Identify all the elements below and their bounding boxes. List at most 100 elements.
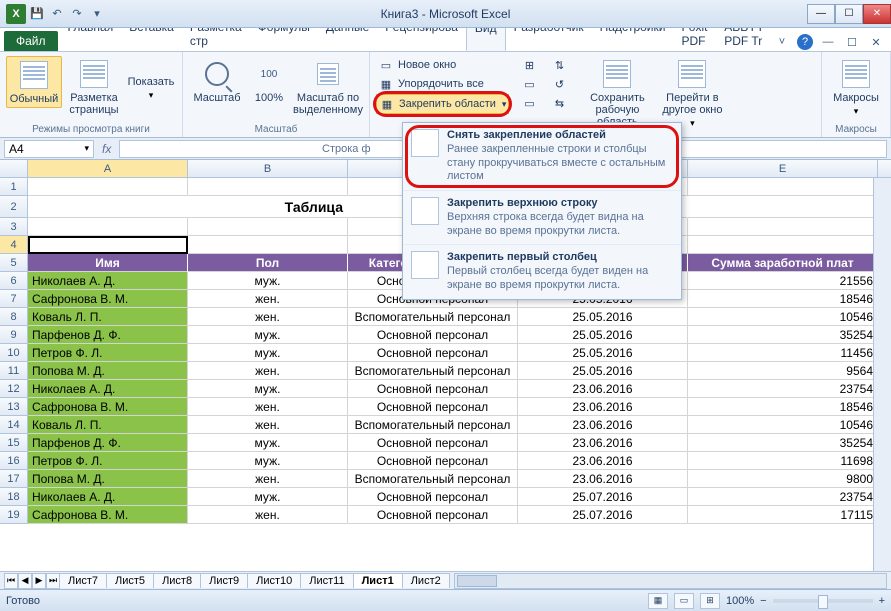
sheet-tab-лист11[interactable]: Лист11 <box>300 573 353 588</box>
cell-name[interactable]: Сафронова В. М. <box>28 506 188 524</box>
sheet-nav-prev[interactable]: ◀ <box>18 573 32 589</box>
col-header-a[interactable]: A <box>28 160 188 177</box>
qat-dropdown-icon[interactable]: ▾ <box>88 5 106 23</box>
cell-sex[interactable]: жен. <box>188 362 348 380</box>
freeze-panes-button[interactable]: ▦Закрепить области▾ <box>376 94 509 114</box>
freeze-menu-unfreeze[interactable]: Снять закрепление областейРанее закрепле… <box>403 123 681 191</box>
cell-name[interactable]: Сафронова В. М. <box>28 398 188 416</box>
cell-sum[interactable]: 10546 <box>688 416 878 434</box>
row-header[interactable]: 13 <box>0 398 28 416</box>
cell-name[interactable]: Петров Ф. Л. <box>28 344 188 362</box>
cell-name[interactable]: Парфенов Д. Ф. <box>28 326 188 344</box>
cell-sum[interactable]: 10546 <box>688 308 878 326</box>
row-header[interactable]: 8 <box>0 308 28 326</box>
cell-sex[interactable]: жен. <box>188 398 348 416</box>
doc-minimize-icon[interactable]: — <box>819 33 837 51</box>
freeze-menu-first-col[interactable]: Закрепить первый столбецПервый столбец в… <box>403 245 681 298</box>
cell-sum[interactable]: 35254 <box>688 434 878 452</box>
row-header[interactable]: 16 <box>0 452 28 470</box>
cell-cat[interactable]: Основной персонал <box>348 488 518 506</box>
zoom-out-button[interactable]: − <box>760 595 766 607</box>
cell-date[interactable]: 25.05.2016 <box>518 362 688 380</box>
view-page-status[interactable]: ▭ <box>674 593 694 609</box>
cell-sum[interactable]: 35254 <box>688 326 878 344</box>
cell-cat[interactable]: Основной персонал <box>348 326 518 344</box>
view-normal-status[interactable]: ▦ <box>648 593 668 609</box>
cell-name[interactable]: Коваль Л. П. <box>28 416 188 434</box>
view-normal-button[interactable]: Обычный <box>6 56 62 108</box>
close-button[interactable]: ✕ <box>863 4 891 24</box>
split-button[interactable]: ⊞ <box>519 56 539 74</box>
sheet-nav-next[interactable]: ▶ <box>32 573 46 589</box>
horizontal-scrollbar[interactable] <box>454 573 887 589</box>
fx-icon[interactable]: fx <box>102 142 111 156</box>
row-header[interactable]: 6 <box>0 272 28 290</box>
cell-sex[interactable]: муж. <box>188 272 348 290</box>
cell-name[interactable]: Парфенов Д. Ф. <box>28 434 188 452</box>
cell-date[interactable]: 25.05.2016 <box>518 344 688 362</box>
qat-redo-icon[interactable]: ↷ <box>68 5 86 23</box>
row-header[interactable]: 19 <box>0 506 28 524</box>
view-page-layout-button[interactable]: Разметка страницы <box>66 56 122 118</box>
cell-name[interactable]: Николаев А. Д. <box>28 380 188 398</box>
file-tab[interactable]: Файл <box>4 31 58 51</box>
zoom-level[interactable]: 100% <box>726 595 754 607</box>
cell-sex[interactable]: муж. <box>188 380 348 398</box>
zoom-selection-button[interactable]: Масштаб по выделенному <box>293 56 363 118</box>
row-header[interactable]: 1 <box>0 178 28 196</box>
cell-date[interactable]: 23.06.2016 <box>518 470 688 488</box>
sheet-tab-лист5[interactable]: Лист5 <box>106 573 154 588</box>
cell-name[interactable]: Попова М. Д. <box>28 470 188 488</box>
macros-button[interactable]: Макросы ▾ <box>828 56 884 119</box>
sheet-tab-лист10[interactable]: Лист10 <box>247 573 301 588</box>
vertical-scrollbar[interactable] <box>873 178 891 571</box>
ribbon-minimize-icon[interactable]: ˅ <box>773 33 791 51</box>
cell-name[interactable]: Сафронова В. М. <box>28 290 188 308</box>
sheet-nav-last[interactable]: ⏭ <box>46 573 60 589</box>
cell-name[interactable]: Николаев А. Д. <box>28 272 188 290</box>
freeze-menu-top-row[interactable]: Закрепить верхнюю строкуВерхняя строка в… <box>403 191 681 245</box>
row-header[interactable]: 9 <box>0 326 28 344</box>
cell-date[interactable]: 25.07.2016 <box>518 506 688 524</box>
unhide-button[interactable]: ▭ <box>519 94 539 112</box>
active-cell[interactable] <box>28 236 188 254</box>
sheet-tab-лист2[interactable]: Лист2 <box>402 573 450 588</box>
cell-sex[interactable]: жен. <box>188 506 348 524</box>
cell-cat[interactable]: Основной персонал <box>348 398 518 416</box>
cell-cat[interactable]: Вспомогательный персонал <box>348 416 518 434</box>
cell-date[interactable]: 25.07.2016 <box>518 488 688 506</box>
cell-cat[interactable]: Вспомогательный персонал <box>348 308 518 326</box>
cell-cat[interactable]: Вспомогательный персонал <box>348 470 518 488</box>
cell-sex[interactable]: муж. <box>188 452 348 470</box>
row-header[interactable]: 14 <box>0 416 28 434</box>
row-header[interactable]: 4 <box>0 236 28 254</box>
reset-window-button[interactable]: ↺ <box>549 75 569 93</box>
row-header[interactable]: 17 <box>0 470 28 488</box>
row-header[interactable]: 2 <box>0 196 28 218</box>
sheet-nav-first[interactable]: ⏮ <box>4 573 18 589</box>
cell-sex[interactable]: муж. <box>188 344 348 362</box>
cell-date[interactable]: 23.06.2016 <box>518 380 688 398</box>
cell-sum[interactable]: 9800 <box>688 470 878 488</box>
sheet-tab-лист7[interactable]: Лист7 <box>59 573 107 588</box>
cell-name[interactable]: Николаев А. Д. <box>28 488 188 506</box>
cell-sum[interactable]: 18546 <box>688 290 878 308</box>
sync-scroll-button[interactable]: ⇅ <box>549 56 569 74</box>
hide-button[interactable]: ▭ <box>519 75 539 93</box>
zoom-100-button[interactable]: 100 100% <box>249 56 289 106</box>
row-header[interactable]: 18 <box>0 488 28 506</box>
cell-name[interactable]: Коваль Л. П. <box>28 308 188 326</box>
cell-sum[interactable]: 17115 <box>688 506 878 524</box>
switch-windows-button[interactable]: Перейти в другое окно ▾ <box>657 56 727 131</box>
cell-sex[interactable]: муж. <box>188 434 348 452</box>
compare-button[interactable]: ⇆ <box>549 94 569 112</box>
row-header[interactable]: 7 <box>0 290 28 308</box>
row-header[interactable]: 15 <box>0 434 28 452</box>
cell-sum[interactable]: 18546 <box>688 398 878 416</box>
cell-cat[interactable]: Основной персонал <box>348 452 518 470</box>
cell-cat[interactable]: Основной персонал <box>348 506 518 524</box>
cell-name[interactable]: Попова М. Д. <box>28 362 188 380</box>
doc-close-icon[interactable]: ✕ <box>867 33 885 51</box>
row-header[interactable]: 12 <box>0 380 28 398</box>
qat-save-icon[interactable]: 💾 <box>28 5 46 23</box>
